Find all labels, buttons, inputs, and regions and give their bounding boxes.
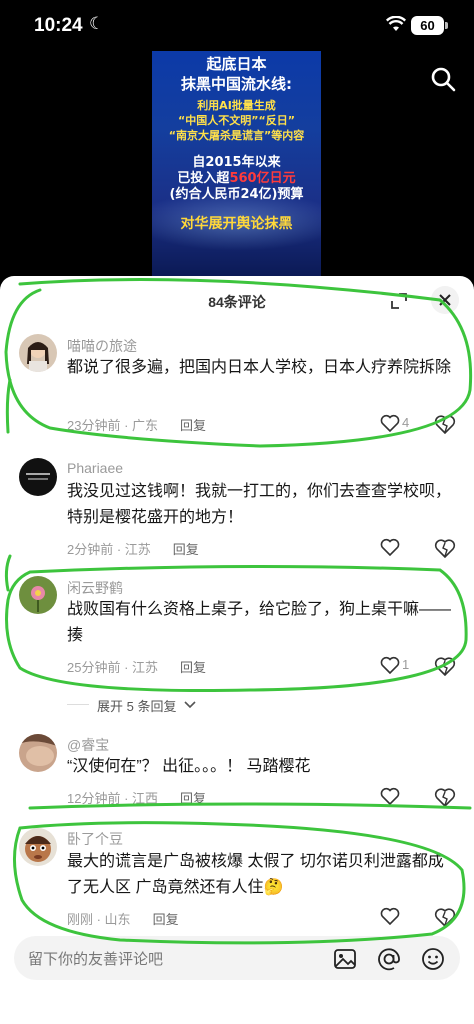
video-poster[interactable]: 起底日本 抹黑中国流水线: 利用AI批量生成 “中国人不文明”“反日” “南京大…	[152, 51, 321, 276]
dislike-heart-icon[interactable]	[434, 414, 456, 434]
moon-icon: ☾	[89, 14, 105, 33]
poster-line: 对华展开舆论抹黑	[180, 216, 293, 232]
comment-input[interactable]: 留下你的友善评论吧	[14, 936, 460, 980]
like-button[interactable]: 4	[380, 414, 416, 434]
comment-text: 最大的谎言是广岛被核爆 太假了 切尔诺贝利泄露都成了无人区 广岛竟然还有人住🤔	[67, 853, 444, 896]
poster-line: “南京大屠杀是谎言”等内容	[168, 129, 305, 142]
shrink-icon[interactable]	[388, 290, 410, 312]
dislike-heart-icon[interactable]	[434, 656, 456, 676]
expand-replies[interactable]: 展开 5 条回复	[0, 694, 474, 718]
heart-icon	[380, 907, 400, 926]
comment-meta: 2分钟前 · 江苏 回复	[67, 539, 199, 558]
wifi-icon	[386, 16, 406, 31]
reply-button[interactable]: 回复	[180, 418, 206, 433]
like-button[interactable]	[380, 787, 416, 807]
reply-button[interactable]: 回复	[180, 791, 206, 806]
reply-button[interactable]: 回复	[180, 660, 206, 675]
chevron-down-icon	[184, 701, 196, 709]
poster-line: 利用AI批量生成	[197, 99, 276, 112]
status-bar: 10:24 ☾ 60	[0, 0, 474, 52]
comment-text: 都说了很多遍，把国内日本人学校，日本人疗养院拆除	[67, 359, 452, 376]
heart-icon	[380, 414, 400, 433]
like-button[interactable]	[380, 907, 416, 927]
search-icon[interactable]	[430, 66, 456, 92]
comment-username[interactable]: 喵喵の旅途	[67, 336, 137, 356]
comment-username[interactable]: @睿宝	[67, 735, 109, 755]
comment-username[interactable]: 卧了个豆	[67, 829, 123, 849]
battery-icon: 60	[411, 16, 444, 35]
poster-line: “中国人不文明”“反日”	[178, 114, 295, 127]
battery-tip	[445, 22, 448, 29]
dislike-heart-icon[interactable]	[434, 787, 456, 807]
comment-time: 12分钟前 · 江西	[67, 791, 159, 806]
at-icon[interactable]	[376, 946, 402, 972]
avatar[interactable]	[19, 576, 57, 614]
comment-meta: 25分钟前 · 江苏 回复	[67, 657, 206, 676]
dislike-heart-icon[interactable]	[434, 538, 456, 558]
like-count: 1	[402, 657, 410, 672]
like-count: 4	[402, 415, 410, 430]
comment-time: 刚刚 · 山东	[67, 912, 131, 927]
comment-text: “汉使何在”？ 出征。。。！ 马踏樱花	[67, 758, 311, 775]
dislike-heart-icon[interactable]	[434, 907, 456, 927]
avatar[interactable]	[19, 334, 57, 372]
poster-line: 起底日本	[206, 55, 267, 73]
heart-icon	[380, 787, 400, 806]
comment-time: 25分钟前 · 江苏	[67, 660, 159, 675]
emoji-icon[interactable]	[420, 946, 446, 972]
comment-meta: 刚刚 · 山东 回复	[67, 909, 179, 928]
poster-line: (约合人民币24亿)预算	[169, 187, 304, 202]
avatar[interactable]	[19, 458, 57, 496]
heart-icon	[380, 656, 400, 675]
like-button[interactable]	[380, 538, 416, 558]
comment-meta: 23分钟前 · 广东 回复	[67, 415, 206, 434]
comment-text: 战败国有什么资格上桌子，给它脸了，狗上桌干嘛——揍	[67, 601, 452, 644]
comment-meta: 12分钟前 · 江西 回复	[67, 788, 206, 807]
expand-divider	[67, 704, 89, 705]
comment-username[interactable]: 闲云野鹤	[67, 578, 123, 598]
comment-text: 我没见过这钱啊！我就一打工的，你们去查查学校呗，特别是樱花盛开的地方！	[67, 483, 452, 526]
comment-sheet: 84条评论 喵喵の旅途 都说了很多遍，把国内日本人学校，日本人疗养院拆除 23分…	[0, 276, 474, 1024]
avatar[interactable]	[19, 734, 57, 772]
reply-button[interactable]: 回复	[173, 542, 199, 557]
image-icon[interactable]	[332, 946, 358, 972]
heart-icon	[380, 538, 400, 557]
reply-button[interactable]: 回复	[153, 912, 179, 927]
comment-time: 2分钟前 · 江苏	[67, 542, 151, 557]
expand-replies-label[interactable]: 展开 5 条回复	[97, 696, 176, 715]
like-button[interactable]: 1	[380, 656, 416, 676]
comment-time: 23分钟前 · 广东	[67, 418, 159, 433]
poster-line: 抹黑中国流水线:	[181, 75, 292, 93]
comment-input-placeholder: 留下你的友善评论吧	[28, 951, 164, 968]
avatar[interactable]	[19, 828, 57, 866]
comment-username[interactable]: Phariaee	[67, 460, 123, 476]
comment-input-bar: 留下你的友善评论吧	[0, 928, 474, 1024]
status-time: 10:24	[34, 15, 83, 36]
close-icon[interactable]	[431, 286, 459, 314]
